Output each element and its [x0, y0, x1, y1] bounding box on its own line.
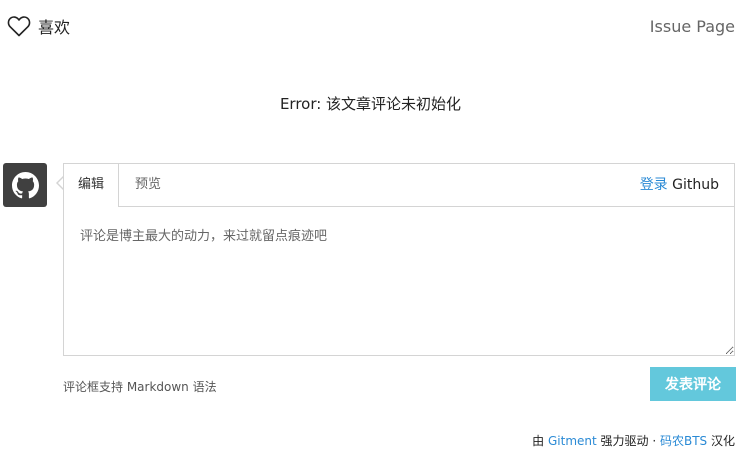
comment-editor: 编辑 预览 登录 Github: [63, 163, 735, 356]
issue-page-link[interactable]: Issue Page: [650, 17, 735, 36]
footer-middle: 强力驱动 ·: [596, 434, 660, 448]
tab-preview[interactable]: 预览: [135, 164, 161, 206]
login-link[interactable]: 登录: [640, 177, 668, 193]
comment-textarea[interactable]: [64, 207, 734, 355]
avatar: [3, 163, 47, 207]
footer-prefix: 由: [532, 434, 548, 448]
login-suffix: Github: [667, 177, 719, 193]
gitment-link[interactable]: Gitment: [548, 434, 597, 448]
like-button[interactable]: 喜欢: [7, 14, 70, 38]
tab-edit[interactable]: 编辑: [64, 164, 119, 207]
powered-by-footer: 由 Gitment 强力驱动 · 码农BTS 汉化: [532, 432, 735, 449]
error-message: Error: 该文章评论未初始化: [279, 95, 462, 113]
heart-icon: [7, 16, 31, 37]
editor-header: 编辑 预览 登录 Github: [64, 164, 734, 207]
markdown-tip: 评论框支持 Markdown 语法: [63, 380, 217, 394]
footer-suffix: 汉化: [707, 434, 735, 448]
login-github: 登录 Github: [640, 164, 719, 206]
github-icon: [11, 171, 39, 198]
like-label: 喜欢: [38, 18, 71, 37]
submit-comment-button[interactable]: 发表评论: [650, 367, 736, 401]
translator-link[interactable]: 码农BTS: [660, 434, 707, 448]
